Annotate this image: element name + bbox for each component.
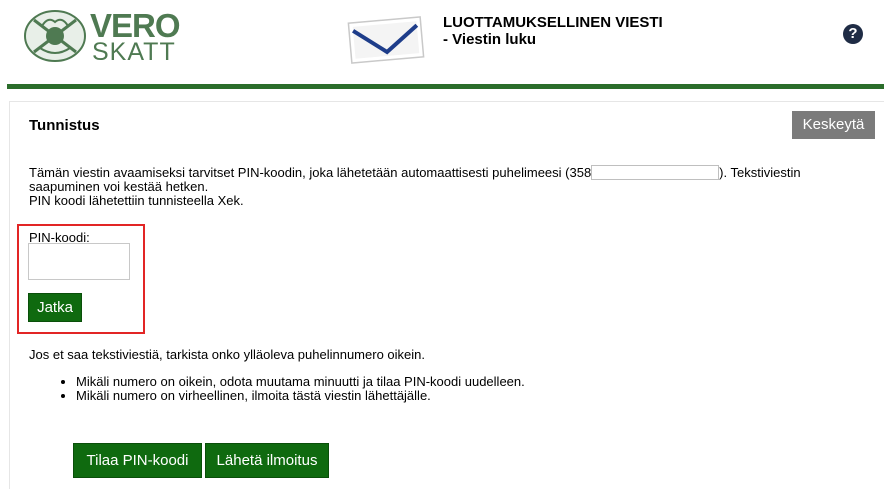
logo-skatt-text: SKATT — [92, 38, 176, 66]
page-title-line1: LUOTTAMUKSELLINEN VIESTI — [443, 14, 663, 31]
help-icon[interactable]: ? — [843, 24, 863, 44]
page-title-line2: - Viestin luku — [443, 31, 537, 48]
send-notification-button[interactable]: Lähetä ilmoitus — [205, 443, 329, 478]
sender-note: PIN koodi lähetettiin tunnisteella Xek. — [29, 193, 244, 208]
intro-text: Tämän viestin avaamiseksi tarvitset PIN-… — [29, 165, 874, 208]
header-divider — [7, 84, 884, 89]
help-text: Jos et saa tekstiviestiä, tarkista onko … — [29, 347, 425, 362]
intro-text-start: Tämän viestin avaamiseksi tarvitset PIN-… — [29, 165, 592, 180]
help-bullets: Mikäli numero on oikein, odota muutama m… — [62, 375, 525, 403]
vero-logo: VERO SKATT — [20, 8, 181, 66]
list-item: Mikäli numero on oikein, odota muutama m… — [76, 375, 525, 389]
section-title: Tunnistus — [29, 117, 100, 134]
list-item: Mikäli numero on virheellinen, ilmoita t… — [76, 389, 525, 403]
envelope-icon — [347, 16, 425, 64]
order-pin-button[interactable]: Tilaa PIN-koodi — [73, 443, 202, 478]
page-title: LUOTTAMUKSELLINEN VIESTI - Viestin luku — [443, 14, 663, 48]
page-header: VERO SKATT LUOTTAMUKSELLINEN VIESTI - Vi… — [0, 0, 884, 84]
vero-emblem-icon — [20, 8, 90, 64]
pin-input[interactable] — [28, 243, 130, 280]
continue-button[interactable]: Jatka — [28, 293, 82, 322]
cancel-button[interactable]: Keskeytä — [792, 111, 875, 139]
phone-number-field — [591, 165, 720, 180]
